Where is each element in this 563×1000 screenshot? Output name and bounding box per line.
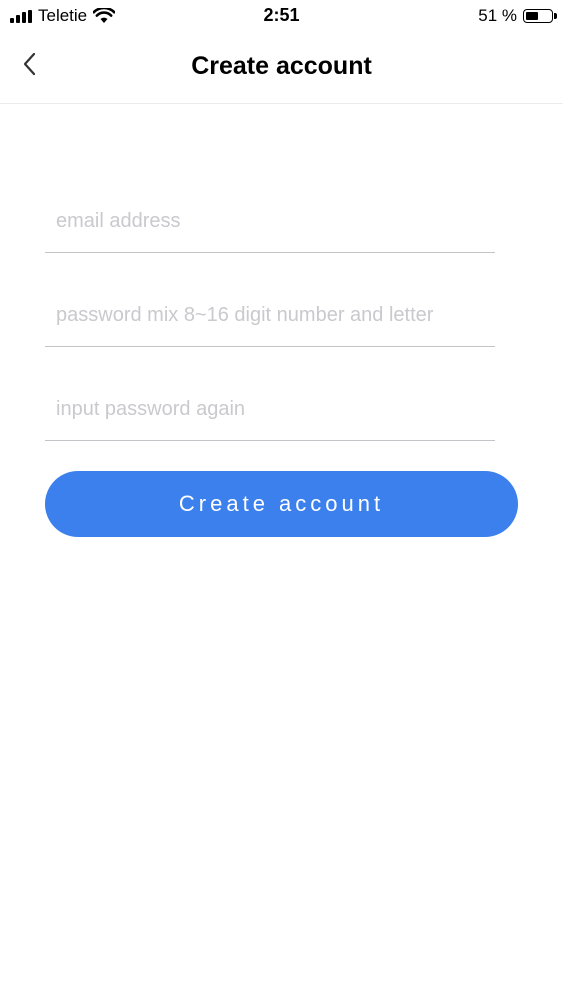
battery-level [526,12,538,20]
battery-icon [523,9,557,23]
password-field-container [45,285,495,347]
password-input[interactable] [45,297,495,333]
navigation-bar: Create account [0,34,563,104]
create-account-button[interactable]: Create account [45,471,518,537]
page-title: Create account [191,52,372,80]
status-bar: Teletie 2:51 51 % [0,0,563,34]
confirm-password-input[interactable] [45,391,495,427]
battery-cap [554,13,557,19]
status-right: 51 % [478,6,557,26]
battery-percent: 51 % [478,6,517,25]
email-input[interactable] [45,203,495,239]
confirm-password-field-container [45,379,495,441]
email-field-container [45,191,495,253]
